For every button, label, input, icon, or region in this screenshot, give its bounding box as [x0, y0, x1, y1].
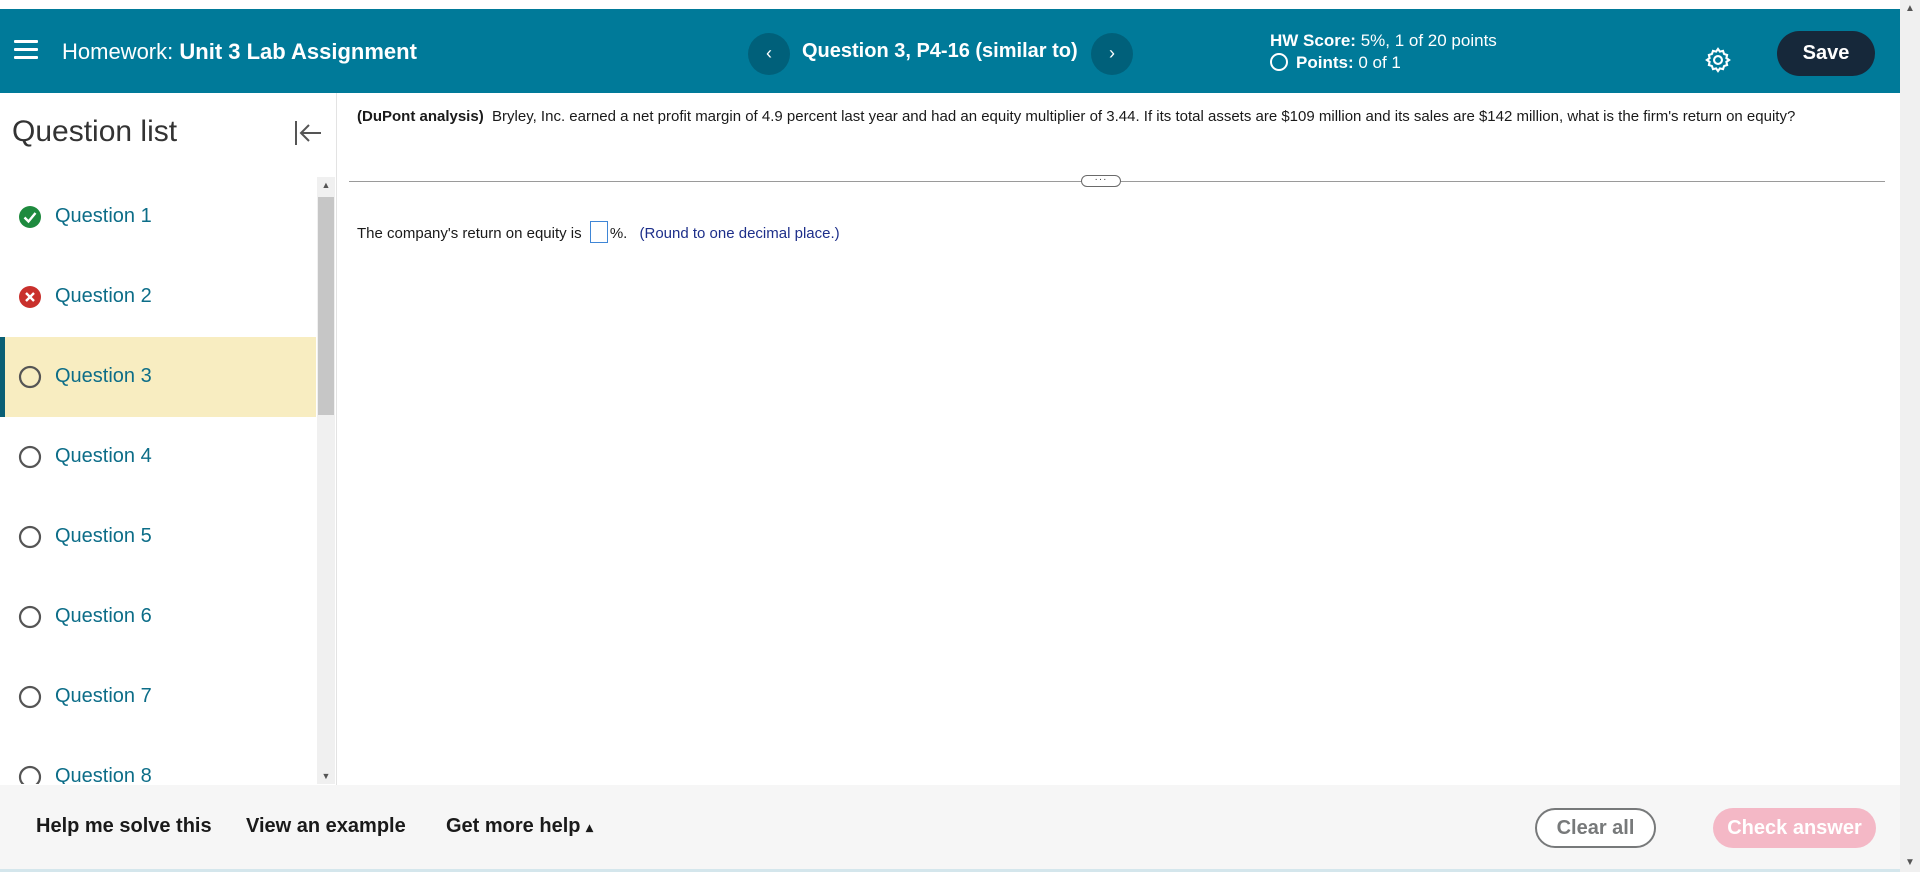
question-title: Question 3, P4-16 (similar to) [802, 40, 1078, 62]
unanswered-circle-icon [18, 605, 42, 629]
question-list-item-1[interactable]: Question 1 [0, 177, 316, 257]
question-text: (DuPont analysis) Bryley, Inc. earned a … [357, 107, 1887, 127]
question-list-label: Question 4 [55, 445, 152, 467]
homework-title: Homework: Unit 3 Lab Assignment [62, 39, 417, 65]
collapse-sidebar-icon[interactable] [292, 117, 324, 149]
incorrect-x-icon [19, 286, 41, 308]
question-list-item-3[interactable]: Question 3 [0, 337, 316, 417]
get-more-help-button[interactable]: Get more help ▴ [446, 815, 593, 838]
homework-prefix: Homework: [62, 39, 174, 64]
next-question-button[interactable]: › [1091, 33, 1133, 75]
question-list-sidebar: Question list Question 1 Question 2 Ques… [0, 93, 337, 785]
previous-question-button[interactable]: ‹ [748, 33, 790, 75]
answer-input[interactable] [589, 221, 608, 243]
rounding-instruction: (Round to one decimal place.) [639, 225, 840, 242]
points-label: Points: [1296, 53, 1354, 72]
question-list: Question 1 Question 2 Question 3 Questio… [0, 177, 316, 784]
score-panel: HW Score: 5%, 1 of 20 points Points: 0 o… [1270, 30, 1497, 74]
question-body: Bryley, Inc. earned a net profit margin … [492, 108, 1796, 125]
unanswered-circle-icon [18, 525, 42, 549]
help-footer: Help me solve this View an example Get m… [0, 785, 1900, 869]
unanswered-circle-icon [18, 445, 42, 469]
pane-resize-handle-icon[interactable]: ··· [1081, 175, 1121, 187]
save-button[interactable]: Save [1777, 31, 1875, 76]
question-list-item-5[interactable]: Question 5 [0, 497, 316, 577]
correct-check-icon [19, 206, 41, 228]
view-example-button[interactable]: View an example [246, 815, 406, 838]
question-list-label: Question 1 [55, 205, 152, 227]
hw-score-label: HW Score: [1270, 31, 1356, 50]
page-scroll-down-icon[interactable]: ▼ [1900, 854, 1920, 872]
question-list-label: Question 8 [55, 765, 152, 784]
top-strip [0, 0, 1900, 9]
question-list-title: Question list [12, 115, 178, 148]
app-header: Homework: Unit 3 Lab Assignment ‹ Questi… [0, 9, 1900, 93]
answer-suffix: %. [609, 225, 628, 242]
question-list-label: Question 2 [55, 285, 152, 307]
points-circle-icon [1270, 53, 1288, 71]
answer-prefix: The company's return on equity is [357, 225, 582, 242]
unanswered-circle-icon [18, 365, 42, 389]
settings-gear-icon[interactable] [1704, 46, 1732, 74]
caret-up-icon: ▴ [586, 819, 594, 835]
page-scrollbar[interactable]: ▲ ▼ [1900, 0, 1920, 872]
scroll-up-arrow-icon[interactable]: ▲ [317, 177, 335, 193]
question-list-item-8[interactable]: Question 8 [0, 737, 316, 784]
question-topic: (DuPont analysis) [357, 108, 484, 125]
question-list-label: Question 3 [55, 365, 152, 387]
question-list-item-7[interactable]: Question 7 [0, 657, 316, 737]
unanswered-circle-icon [18, 765, 42, 784]
scroll-thumb[interactable] [318, 197, 334, 415]
unanswered-circle-icon [18, 685, 42, 709]
scroll-down-arrow-icon[interactable]: ▼ [317, 768, 335, 784]
question-area: (DuPont analysis) Bryley, Inc. earned a … [336, 93, 1900, 785]
question-list-label: Question 7 [55, 685, 152, 707]
page-scroll-up-icon[interactable]: ▲ [1900, 0, 1920, 18]
points-value: 0 of 1 [1358, 53, 1401, 72]
assignment-name: Unit 3 Lab Assignment [179, 39, 417, 64]
get-more-help-label: Get more help [446, 815, 581, 837]
clear-all-button[interactable]: Clear all [1535, 808, 1656, 848]
help-me-solve-button[interactable]: Help me solve this [36, 815, 212, 838]
check-answer-button[interactable]: Check answer [1713, 808, 1876, 848]
question-list-item-4[interactable]: Question 4 [0, 417, 316, 497]
hw-score-value: 5%, 1 of 20 points [1360, 31, 1497, 50]
answer-line: The company's return on equity is %. (Ro… [357, 221, 840, 243]
hamburger-menu-icon[interactable] [14, 40, 38, 60]
question-list-label: Question 6 [55, 605, 152, 627]
question-list-scrollbar[interactable]: ▲ ▼ [317, 177, 335, 784]
question-list-label: Question 5 [55, 525, 152, 547]
question-list-item-2[interactable]: Question 2 [0, 257, 316, 337]
question-list-item-6[interactable]: Question 6 [0, 577, 316, 657]
